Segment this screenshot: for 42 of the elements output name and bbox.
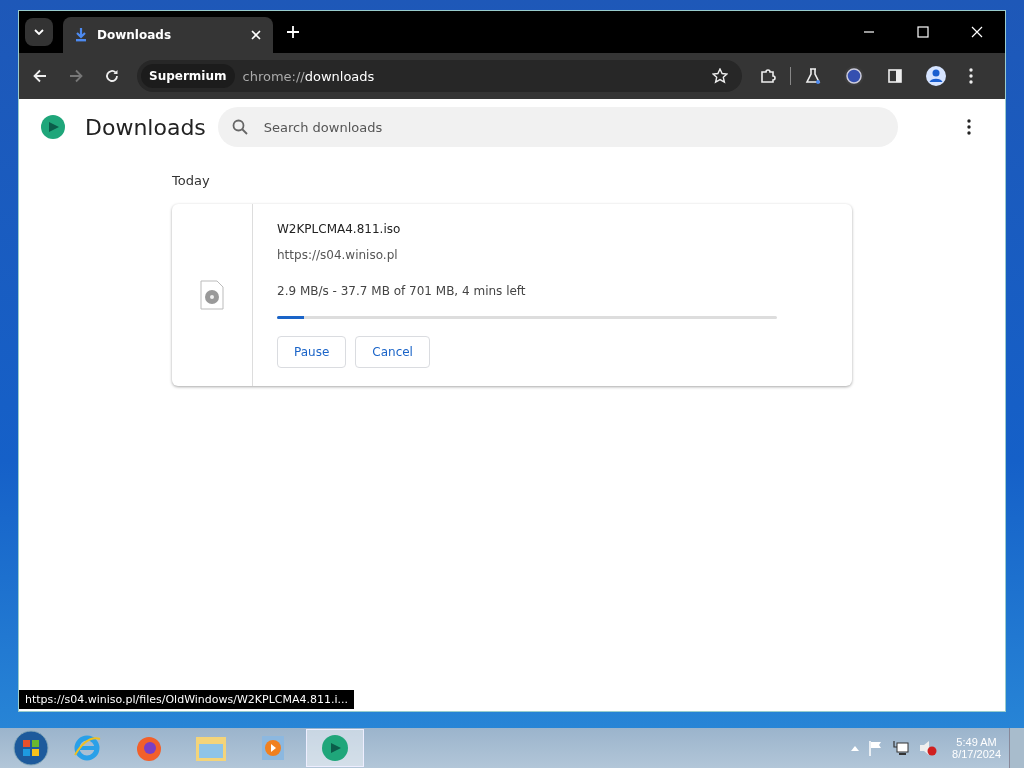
browser-logo-icon [320, 733, 350, 763]
file-url[interactable]: https://s04.winiso.pl [277, 248, 398, 262]
forward-icon[interactable] [69, 69, 83, 83]
start-button[interactable] [13, 730, 49, 766]
site-chip[interactable]: Supermium [141, 64, 235, 88]
close-icon[interactable] [251, 30, 261, 40]
chevron-down-icon [34, 29, 44, 35]
action-button[interactable]: Pause [277, 336, 347, 368]
search-icon [231, 119, 248, 135]
more-options-icon[interactable] [967, 119, 971, 135]
search-field[interactable]: Search downloads [217, 107, 898, 147]
back-icon[interactable] [33, 69, 47, 83]
disc-file-icon [200, 280, 224, 310]
letter-e-globe-icon [72, 733, 102, 763]
tab-title: Downloads [97, 28, 173, 42]
profile-icon[interactable] [925, 65, 947, 87]
download-status: 2.9 MB/s - 37.7 MB of 701 MB, 4 mins left [277, 284, 526, 298]
speaker-icon[interactable] [919, 740, 938, 756]
media-player-icon [260, 734, 286, 762]
puzzle-icon[interactable] [760, 68, 776, 84]
extension-icon[interactable] [843, 65, 865, 87]
star-icon[interactable] [712, 68, 728, 84]
address-bar[interactable]: Supermium chrome://downloads [137, 60, 742, 92]
url-text: chrome://downloads [242, 68, 375, 84]
folder-icon [195, 734, 227, 762]
file-name[interactable]: W2KPLCMA4.811.iso [277, 222, 401, 236]
download-icon [75, 28, 87, 42]
maximize-icon[interactable] [917, 26, 929, 38]
tab-search-button[interactable] [25, 18, 53, 46]
taskbar-app[interactable] [306, 729, 364, 767]
network-icon[interactable] [893, 740, 910, 756]
new-tab-icon[interactable] [287, 26, 299, 38]
flask-icon[interactable] [805, 68, 821, 84]
menu-icon[interactable] [969, 68, 973, 84]
browser-logo-icon [39, 113, 67, 141]
reload-icon[interactable] [105, 69, 119, 83]
side-panel-icon[interactable] [887, 68, 903, 84]
page-title: Downloads [85, 114, 206, 140]
section-heading: Today [172, 173, 211, 188]
action-button[interactable]: Cancel [355, 336, 430, 368]
browser-tab[interactable]: Downloads [63, 17, 273, 53]
close-icon[interactable] [971, 26, 983, 38]
